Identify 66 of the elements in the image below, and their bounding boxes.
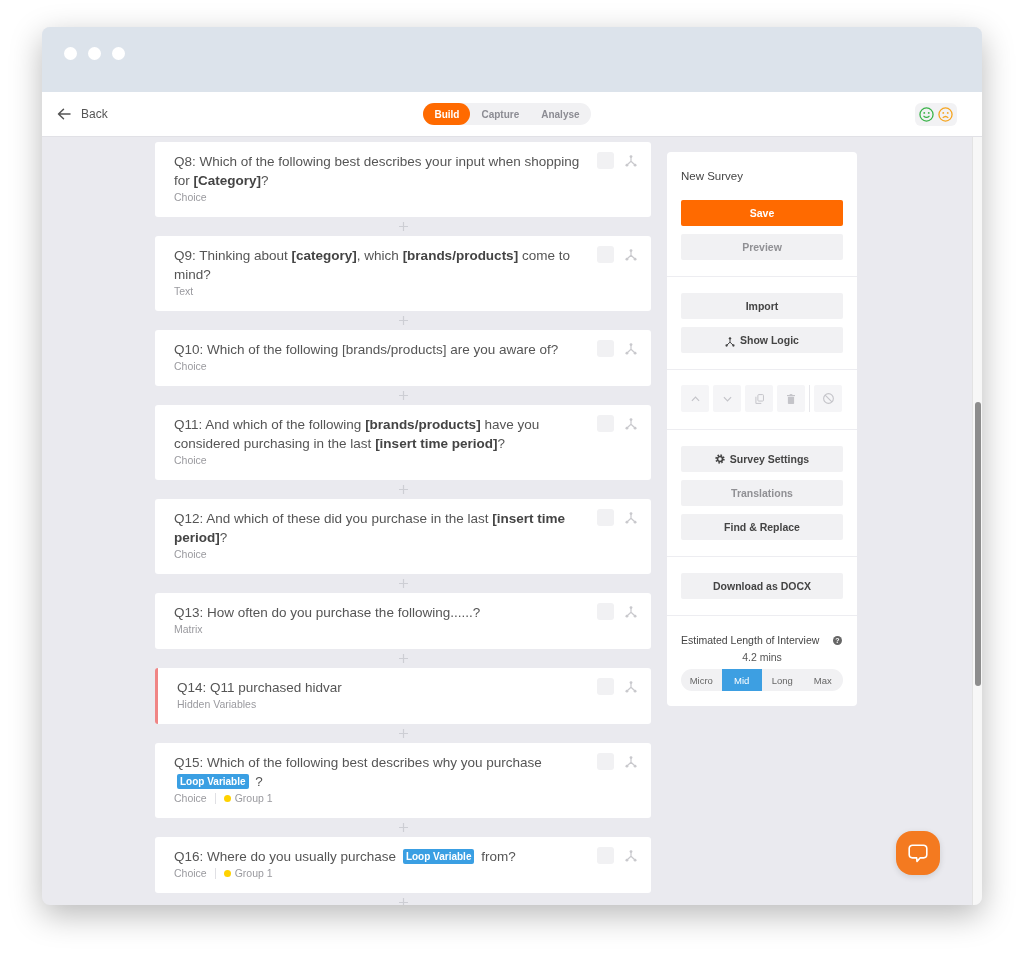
question-text: Q16: Where do you usually purchase (174, 849, 397, 864)
plus-icon[interactable] (398, 485, 408, 494)
question-text: from? (481, 849, 516, 864)
gear-icon[interactable] (714, 454, 725, 464)
question-type: Matrix (174, 622, 203, 636)
question-card[interactable]: Q9: Thinking about [category], which [brands/products] come to mind? Text (155, 236, 651, 311)
plus-icon[interactable] (398, 316, 408, 325)
variable-tag: Loop Variable (177, 774, 249, 789)
question-type: Choice (174, 359, 207, 373)
question-card[interactable]: Q14: Q11 purchased hidvar Hidden Variables (155, 668, 651, 724)
question-type: Text (174, 284, 194, 298)
question-text: ? (255, 774, 263, 789)
question-card[interactable]: Q11: And which of the following [brands/products] have you considered purchasing in the last [insert time period]? Choice (155, 405, 651, 480)
plus-icon[interactable] (398, 823, 408, 832)
download-as-docx-button[interactable]: Download as DOCX (681, 573, 843, 599)
show-logic-button[interactable]: Show Logic (681, 327, 843, 353)
scrollbar[interactable] (972, 137, 982, 905)
question-card[interactable]: Q15: Which of the following best describes why you purchase Loop Variable ? Choice Group 1 (155, 743, 651, 818)
length-option[interactable]: Max (802, 669, 843, 691)
question-type: Choice (174, 190, 207, 204)
estimate-label: Estimated Length of Interview (681, 633, 820, 647)
length-option[interactable]: Long (762, 669, 803, 691)
sad-face-icon[interactable] (938, 106, 953, 122)
question-type: Choice (174, 866, 207, 880)
question-card[interactable]: Q10: Which of the following [brands/products] are you aware of? Choice (155, 330, 651, 386)
question-type: Hidden Variables (177, 697, 257, 711)
scrollbar-thumb[interactable] (975, 402, 981, 686)
window-control-icon[interactable] (112, 47, 125, 60)
question-text: Q13: How often do you purchase the following......? (174, 605, 481, 620)
question-card[interactable]: Q16: Where do you usually purchase Loop Variable from? Choice Group 1 (155, 837, 651, 893)
find-replace-button[interactable]: Find & Replace (681, 514, 843, 540)
question-text: Q12: And which of these did you purchase in the last [insert time period]? (174, 511, 565, 545)
survey-settings-button[interactable]: Survey Settings (681, 446, 843, 472)
plus-icon[interactable] (398, 391, 408, 400)
back-button[interactable]: Back (57, 107, 108, 121)
plus-icon[interactable] (398, 222, 408, 231)
chat-button[interactable] (896, 831, 940, 875)
variable-tag: Loop Variable (402, 849, 475, 864)
question-text: Q15: Which of the following best describes why you purchase (174, 755, 542, 770)
question-text: Q8: Which of the following best describes your input when shopping for [Category]? (174, 154, 580, 188)
question-card[interactable]: Q12: And which of these did you purchase in the last [insert time period]? Choice (155, 499, 651, 574)
length-option[interactable]: Micro (681, 669, 722, 691)
plus-icon[interactable] (398, 654, 408, 663)
question-card[interactable]: Q13: How often do you purchase the following......? Matrix (155, 593, 651, 649)
import-button[interactable]: Import (681, 293, 843, 319)
estimate-value: 4.2 mins (741, 650, 783, 664)
plus-icon[interactable] (398, 898, 408, 905)
question-type: Choice (174, 547, 207, 561)
question-text: Q10: Which of the following [brands/products] are you aware of? (174, 342, 559, 357)
group-label: Group 1 (234, 866, 273, 880)
speech-bubble-icon[interactable] (908, 843, 928, 863)
plus-icon[interactable] (398, 579, 408, 588)
question-type: Choice (174, 791, 207, 805)
question-text: Q14: Q11 purchased hidvar (177, 680, 342, 695)
question-type: Choice (174, 453, 207, 467)
question-card[interactable]: Q8: Which of the following best describes your input when shopping for [Category]? Choice (155, 142, 651, 217)
window-control-icon[interactable] (64, 47, 77, 60)
happy-face-icon[interactable] (919, 106, 934, 122)
question-text: Q11: And which of the following [brands/products] have you considered purchasing in the last [insert time period]? (174, 417, 540, 451)
question-text: Q9: Thinking about [category], which [brands/products] come to mind? (174, 248, 570, 282)
window-control-icon[interactable] (88, 47, 101, 60)
back-arrow-icon[interactable] (57, 108, 71, 120)
group-label: Group 1 (234, 791, 273, 805)
panel-title: New Survey (681, 169, 744, 183)
plus-icon[interactable] (398, 729, 408, 738)
branch-icon[interactable] (725, 336, 736, 347)
